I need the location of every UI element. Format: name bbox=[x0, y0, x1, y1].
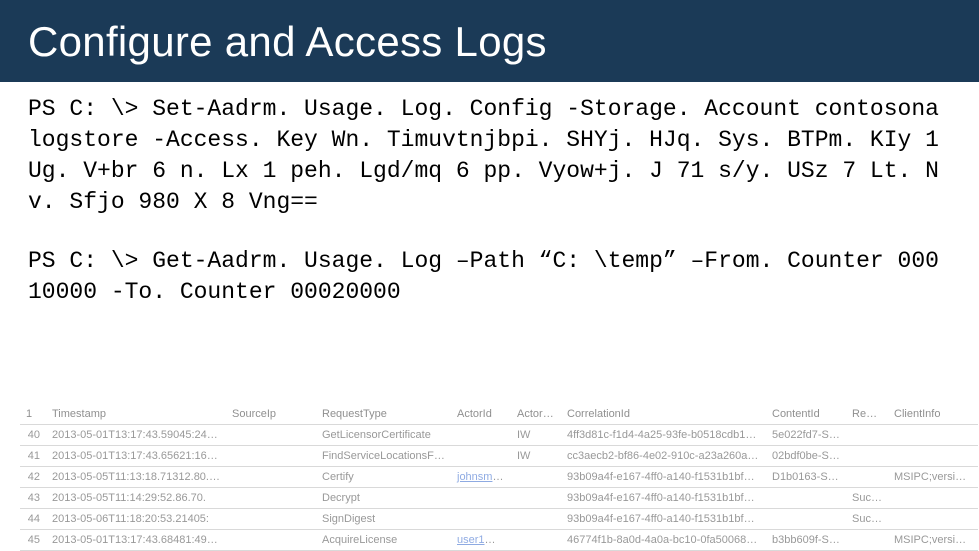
cell-result bbox=[846, 425, 888, 446]
col-contentid: ContentId bbox=[766, 404, 846, 425]
cell-clientinfo bbox=[888, 488, 978, 509]
cell-result: Success bbox=[846, 509, 888, 530]
cell-result bbox=[846, 530, 888, 551]
cell-contentid: D1b0163-Success bbox=[766, 467, 846, 488]
table-row: 42 2013-05-05T11:13:18.71312.80.50:247.2… bbox=[20, 467, 978, 488]
cell-requesttype: FindServiceLocationsForUser bbox=[316, 446, 451, 467]
title-bar: Configure and Access Logs bbox=[0, 0, 979, 82]
col-actorid: ActorId bbox=[451, 404, 511, 425]
cell-actortype bbox=[511, 509, 561, 530]
cell-clientinfo: MSIPC;version=1.0.621.1/63;AppName=P0 bbox=[888, 467, 978, 488]
cell-actorid bbox=[451, 425, 511, 446]
cell-requesttype: SignDigest bbox=[316, 509, 451, 530]
cell-requesttype: Decrypt bbox=[316, 488, 451, 509]
cell-timestamp: 2013-05-05T11:13:18.71312.80.50:247.222.… bbox=[46, 467, 226, 488]
cell-timestamp: 2013-05-06T11:18:20:53.21405: bbox=[46, 509, 226, 530]
cell-timestamp: 2013-05-01T13:17:43.59045:24.10.69 bbox=[46, 425, 226, 446]
cell-result bbox=[846, 467, 888, 488]
cell-requesttype: AcquireLicense bbox=[316, 530, 451, 551]
cell-timestamp: 2013-05-01T13:17:43.65621:162.81.232.17 bbox=[46, 446, 226, 467]
cell-sourceip bbox=[226, 425, 316, 446]
cell-correlationid: 46774f1b-8a0d-4a0a-bc10-0fa50068eb8 bbox=[561, 530, 766, 551]
cell-contentid: 02bdf0be-Success bbox=[766, 446, 846, 467]
cell-correlationid: 4ff3d81c-f1d4-4a25-93fe-b0518cdb1bf1 bbox=[561, 425, 766, 446]
cell-actortype bbox=[511, 530, 561, 551]
cell-actortype: IW bbox=[511, 425, 561, 446]
user-link[interactable]: johnsmith@ bbox=[457, 471, 511, 483]
col-timestamp: Timestamp bbox=[46, 404, 226, 425]
cell-actorid: johnsmith@ bbox=[451, 467, 511, 488]
user-link[interactable]: user1@phill bbox=[457, 534, 511, 546]
slide-title: Configure and Access Logs bbox=[28, 18, 951, 66]
log-table-header-row: 1 Timestamp SourceIp RequestType ActorId… bbox=[20, 404, 978, 425]
table-row: 41 2013-05-01T13:17:43.65621:162.81.232.… bbox=[20, 446, 978, 467]
cell-actorid bbox=[451, 446, 511, 467]
cell-correlationid: 93b09a4f-e167-4ff0-a140-f1531b1bf072 bbox=[561, 467, 766, 488]
col-index: 1 bbox=[20, 404, 46, 425]
col-result: Result bbox=[846, 404, 888, 425]
cell-actorid bbox=[451, 509, 511, 530]
table-row: 44 2013-05-06T11:18:20:53.21405: SignDig… bbox=[20, 509, 978, 530]
cell-index: 44 bbox=[20, 509, 46, 530]
log-table-wrap: 1 Timestamp SourceIp RequestType ActorId… bbox=[0, 404, 979, 551]
table-row: 40 2013-05-01T13:17:43.59045:24.10.69 Ge… bbox=[20, 425, 978, 446]
cell-clientinfo bbox=[888, 425, 978, 446]
cell-actortype bbox=[511, 467, 561, 488]
cell-correlationid: 93b09a4f-e167-4ff0-a140-f1531b1bf072 bbox=[561, 488, 766, 509]
cell-sourceip bbox=[226, 488, 316, 509]
cell-result: Success bbox=[846, 488, 888, 509]
code-block-set-config: PS C: \> Set-Aadrm. Usage. Log. Config -… bbox=[28, 94, 951, 218]
code-block-get-log: PS C: \> Get-Aadrm. Usage. Log –Path “C:… bbox=[28, 246, 951, 308]
cell-requesttype: GetLicensorCertificate bbox=[316, 425, 451, 446]
table-row: 45 2013-05-01T13:17:43.68481:49.208.48.6… bbox=[20, 530, 978, 551]
col-correlationid: CorrelationId bbox=[561, 404, 766, 425]
cell-clientinfo bbox=[888, 446, 978, 467]
cell-clientinfo: MSIPC;version=1.0.621.118;AppName=M bbox=[888, 530, 978, 551]
cell-correlationid: 93b09a4f-e167-4ff0-a140-f1531b1bf072 bbox=[561, 509, 766, 530]
col-requesttype: RequestType bbox=[316, 404, 451, 425]
cell-actortype bbox=[511, 488, 561, 509]
cell-sourceip bbox=[226, 530, 316, 551]
log-table-body: 40 2013-05-01T13:17:43.59045:24.10.69 Ge… bbox=[20, 425, 978, 551]
cell-timestamp: 2013-05-01T13:17:43.68481:49.208.48.60. bbox=[46, 530, 226, 551]
col-actortype: ActorType bbox=[511, 404, 561, 425]
table-row: 43 2013-05-05T11:14:29:52.86.70. Decrypt… bbox=[20, 488, 978, 509]
cell-sourceip bbox=[226, 467, 316, 488]
log-table: 1 Timestamp SourceIp RequestType ActorId… bbox=[20, 404, 978, 551]
cell-index: 45 bbox=[20, 530, 46, 551]
cell-contentid bbox=[766, 488, 846, 509]
cell-index: 41 bbox=[20, 446, 46, 467]
cell-sourceip bbox=[226, 509, 316, 530]
slide: Configure and Access Logs PS C: \> Set-A… bbox=[0, 0, 979, 551]
cell-actorid bbox=[451, 488, 511, 509]
cell-contentid: b3bb609f-Success bbox=[766, 530, 846, 551]
cell-requesttype: Certify bbox=[316, 467, 451, 488]
cell-actortype: IW bbox=[511, 446, 561, 467]
cell-actorid: user1@phill bbox=[451, 530, 511, 551]
cell-sourceip bbox=[226, 446, 316, 467]
cell-contentid: 5e022fd7-Success bbox=[766, 425, 846, 446]
cell-index: 42 bbox=[20, 467, 46, 488]
cell-result bbox=[846, 446, 888, 467]
col-clientinfo: ClientInfo bbox=[888, 404, 978, 425]
cell-contentid bbox=[766, 509, 846, 530]
cell-index: 43 bbox=[20, 488, 46, 509]
cell-clientinfo bbox=[888, 509, 978, 530]
cell-timestamp: 2013-05-05T11:14:29:52.86.70. bbox=[46, 488, 226, 509]
cell-correlationid: cc3aecb2-bf86-4e02-910c-a23a260af258 bbox=[561, 446, 766, 467]
cell-index: 40 bbox=[20, 425, 46, 446]
col-sourceip: SourceIp bbox=[226, 404, 316, 425]
spacer bbox=[0, 364, 979, 404]
content-area: PS C: \> Set-Aadrm. Usage. Log. Config -… bbox=[0, 82, 979, 364]
